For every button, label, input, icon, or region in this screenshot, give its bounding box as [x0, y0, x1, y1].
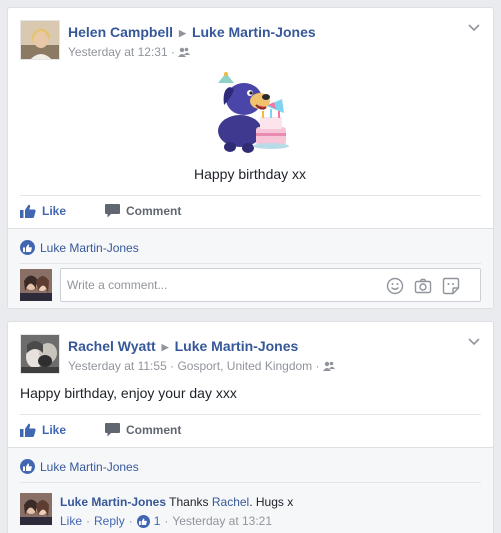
- author-name[interactable]: Rachel Wyatt: [68, 338, 156, 354]
- reply-body: Luke Martin-Jones Thanks Rachel. Hugs x: [60, 495, 293, 509]
- reply-actions: Like · Reply · 1 · Yesterday at 13:21: [60, 514, 272, 528]
- comment-label: Comment: [126, 423, 182, 437]
- reply-reply-link[interactable]: Reply: [94, 514, 125, 528]
- post-meta: Yesterday at 11:55 · Gosport, United Kin…: [68, 358, 335, 373]
- author-avatar[interactable]: [20, 334, 60, 374]
- friends-icon[interactable]: [322, 361, 335, 371]
- friends-icon[interactable]: [178, 47, 191, 57]
- sticker-icon[interactable]: [442, 277, 460, 295]
- target-name[interactable]: Luke Martin-Jones: [192, 24, 316, 40]
- separator-dot: ·: [128, 514, 133, 528]
- reply-mention[interactable]: Rachel: [212, 495, 249, 509]
- comment-section: Luke Martin-Jones Luke Martin-Jones Than…: [8, 447, 493, 533]
- avatar-photo-icon: [21, 21, 59, 59]
- comment-section: Luke Martin-Jones: [8, 228, 493, 308]
- reply-author-name[interactable]: Luke Martin-Jones: [60, 495, 166, 509]
- author-avatar[interactable]: [20, 20, 60, 60]
- current-user-avatar[interactable]: [20, 269, 52, 301]
- separator-dot: ·: [170, 44, 175, 59]
- post-timestamp[interactable]: Yesterday at 11:55: [68, 359, 167, 373]
- reply-text-after: . Hugs x: [249, 495, 294, 509]
- post-header: Helen Campbell ▶ Luke Martin-Jones: [68, 24, 316, 40]
- avatar-photo-icon: [20, 493, 52, 525]
- comment-divider: [20, 482, 481, 483]
- like-thumb-icon: [20, 204, 36, 218]
- comment-button[interactable]: Comment: [105, 423, 181, 437]
- reply-text-before: Thanks: [169, 495, 209, 509]
- post-header: Rachel Wyatt ▶ Luke Martin-Jones: [68, 338, 298, 354]
- like-reaction-icon: [136, 514, 150, 528]
- comment-divider: [20, 263, 481, 264]
- target-name[interactable]: Luke Martin-Jones: [175, 338, 299, 354]
- arrow-right-icon: ▶: [161, 342, 169, 352]
- emoji-icon[interactable]: [386, 277, 404, 295]
- post-text: Happy birthday xx: [194, 166, 307, 182]
- post-card: Rachel Wyatt ▶ Luke Martin-Jones Yesterday…: [7, 321, 494, 533]
- like-button[interactable]: Like: [20, 204, 66, 218]
- post-text: Happy birthday, enjoy your day xxx: [20, 385, 237, 401]
- birthday-dog-sticker: [218, 72, 289, 153]
- reactions-summary[interactable]: Luke Martin-Jones: [20, 459, 139, 474]
- reaction-names[interactable]: Luke Martin-Jones: [40, 460, 139, 474]
- reply-like-link[interactable]: Like: [60, 514, 82, 528]
- post-card: Helen Campbell ▶ Luke Martin-Jones Yesterd…: [7, 7, 494, 309]
- arrow-right-icon: ▶: [179, 28, 186, 38]
- separator-dot: ·: [170, 358, 175, 373]
- reply-author-avatar[interactable]: [20, 493, 52, 525]
- comment-input-box: [60, 268, 481, 302]
- author-name[interactable]: Helen Campbell: [68, 24, 173, 40]
- camera-icon[interactable]: [414, 277, 432, 295]
- comment-input[interactable]: [67, 269, 367, 301]
- post-timestamp[interactable]: Yesterday at 12:31: [68, 45, 168, 59]
- comment-label: Comment: [126, 204, 182, 218]
- chevron-down-icon[interactable]: [467, 20, 481, 34]
- reply-timestamp[interactable]: Yesterday at 13:21: [172, 514, 272, 528]
- action-bar: Like Comment: [20, 414, 481, 446]
- action-bar: Like Comment: [20, 195, 481, 227]
- avatar-photo-icon: [20, 269, 52, 301]
- like-button[interactable]: Like: [20, 423, 66, 437]
- like-label: Like: [42, 423, 67, 437]
- reaction-names[interactable]: Luke Martin-Jones: [40, 241, 139, 255]
- comment-bubble-icon: [105, 204, 120, 218]
- like-thumb-icon: [20, 423, 36, 437]
- avatar-photo-icon: [21, 335, 59, 373]
- comment-button[interactable]: Comment: [105, 204, 181, 218]
- like-reaction-icon: [20, 240, 35, 255]
- post-meta: Yesterday at 12:31 ·: [68, 44, 191, 59]
- post-location[interactable]: Gosport, United Kingdom: [177, 359, 312, 373]
- separator-dot: ·: [315, 358, 320, 373]
- reply-like-count[interactable]: 1: [154, 514, 161, 528]
- like-reaction-icon: [20, 459, 35, 474]
- reactions-summary[interactable]: Luke Martin-Jones: [20, 240, 139, 255]
- separator-dot: ·: [164, 514, 169, 528]
- comment-bubble-icon: [105, 423, 120, 437]
- chevron-down-icon[interactable]: [467, 334, 481, 348]
- like-label: Like: [42, 204, 67, 218]
- separator-dot: ·: [86, 514, 91, 528]
